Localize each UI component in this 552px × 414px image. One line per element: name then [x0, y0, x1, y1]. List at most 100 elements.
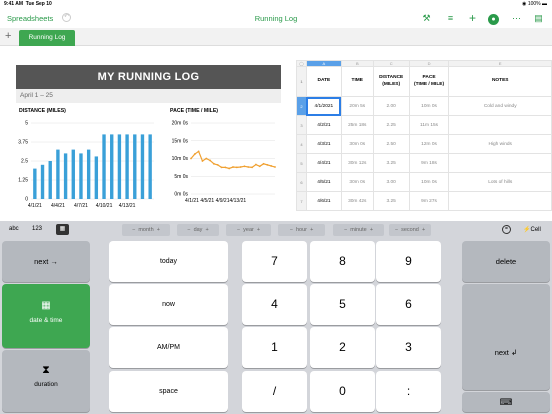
table-cell[interactable]: 4/1/2021	[305, 96, 342, 116]
filter-icon[interactable]: ≡	[444, 12, 457, 25]
table-cell[interactable]: 2.50	[372, 134, 410, 154]
add-icon[interactable]: +	[466, 12, 479, 25]
collaborate-icon[interactable]: ●	[487, 12, 500, 25]
document-settings-icon[interactable]: ▤	[532, 12, 545, 25]
distance-bar[interactable]	[110, 134, 114, 199]
tab-running-log[interactable]: Running Log	[19, 30, 75, 46]
formula-icon[interactable]: =	[502, 225, 511, 234]
header-cell-time[interactable]: TIME	[340, 66, 374, 97]
table-cell[interactable]: 4/6/21	[305, 191, 342, 211]
row-number[interactable]: 3	[296, 115, 307, 135]
pace-point[interactable]	[266, 163, 269, 166]
format-brush-icon[interactable]: ⚒	[420, 12, 433, 25]
table-cell[interactable]: 3.25	[372, 191, 410, 211]
am-pm-button[interactable]: AM/PM	[109, 327, 228, 368]
key-3[interactable]: 3	[376, 327, 441, 368]
pace-point[interactable]	[262, 162, 265, 165]
table-cell[interactable]: 3.25	[372, 153, 410, 173]
distance-bar[interactable]	[140, 134, 145, 199]
increment-icon[interactable]: +	[257, 227, 260, 233]
table-cell[interactable]: 4/2/21	[305, 115, 342, 135]
distance-bar[interactable]	[148, 134, 152, 199]
keyboard-dismiss-icon[interactable]: ⌨	[462, 392, 550, 412]
pace-point[interactable]	[270, 165, 273, 167]
cell-button[interactable]: ⚡Cell	[523, 226, 541, 233]
space-button[interactable]: space	[109, 371, 228, 412]
key-slash[interactable]: /	[242, 371, 307, 412]
pace-point[interactable]	[224, 166, 227, 169]
decrement-icon[interactable]: −	[187, 227, 190, 233]
pace-point[interactable]	[190, 157, 192, 160]
row-number[interactable]: 1	[296, 66, 307, 97]
duration-button[interactable]: ⧗ duration	[2, 350, 90, 412]
distance-bar[interactable]	[40, 164, 45, 199]
distance-bar[interactable]	[71, 149, 75, 199]
distance-bar[interactable]	[79, 153, 83, 199]
pace-point[interactable]	[228, 167, 231, 170]
add-sheet-icon[interactable]: +	[5, 30, 11, 42]
table-cell[interactable]: 3.00	[372, 172, 410, 192]
header-cell-notes[interactable]: NOTES	[448, 66, 552, 97]
table-cell[interactable]: 20m 5s	[340, 96, 374, 116]
table-cell[interactable]: 11m 15s	[408, 115, 450, 135]
pace-line-chart[interactable]: 0m 0s 5m 0s 10m 0s 15m 0s 20m 0s 4/1/21 4/5/21…	[166, 117, 281, 212]
table-cell[interactable]: High winds	[448, 134, 552, 154]
decrement-icon[interactable]: −	[237, 227, 240, 233]
pace-point[interactable]	[239, 166, 242, 168]
stepper-day[interactable]: − day +	[177, 224, 219, 236]
pace-point[interactable]	[216, 163, 219, 166]
now-button[interactable]: now	[109, 284, 228, 325]
header-cell-date[interactable]: DATE	[305, 66, 342, 97]
row-number[interactable]: 5	[296, 153, 307, 173]
header-cell-pace[interactable]: PACE (TIME / MILE)	[408, 66, 450, 97]
pace-point[interactable]	[247, 166, 250, 168]
key-4[interactable]: 4	[242, 284, 307, 325]
date-time-button[interactable]: ▦ date & time	[2, 284, 90, 348]
distance-bar[interactable]	[94, 156, 99, 199]
table-cell[interactable]: Cold and windy	[448, 96, 552, 116]
table-cell[interactable]: 25m 18s	[340, 115, 374, 135]
stepper-year[interactable]: − year +	[226, 224, 271, 236]
pace-point[interactable]	[251, 166, 253, 169]
next-right-button[interactable]: next →	[2, 241, 90, 282]
table-cell[interactable]: 4/4/21	[305, 153, 342, 173]
increment-icon[interactable]: +	[310, 227, 313, 233]
table-cell[interactable]: 2.25	[372, 115, 410, 135]
table-cell[interactable]: 30m 42s	[340, 191, 374, 211]
key-colon[interactable]: :	[376, 371, 441, 412]
table-cell[interactable]: Lots of hills	[448, 172, 552, 192]
table-cell[interactable]: 12m 0s	[408, 134, 450, 154]
row-number[interactable]: 4	[296, 134, 307, 154]
row-number[interactable]: 6	[296, 172, 307, 192]
more-icon[interactable]: ⋯	[510, 12, 523, 25]
distance-bar[interactable]	[125, 134, 129, 199]
table-cell[interactable]	[448, 153, 552, 173]
key-5[interactable]: 5	[310, 284, 375, 325]
calendar-keyboard-icon[interactable]: ▦	[56, 224, 69, 235]
decrement-icon[interactable]: −	[395, 227, 398, 233]
distance-bar[interactable]	[56, 149, 60, 199]
stepper-second[interactable]: − second +	[389, 224, 431, 236]
table-cell[interactable]: 2.00	[372, 96, 410, 116]
today-button[interactable]: today	[109, 241, 228, 282]
table-cell[interactable]: 10m 0s	[408, 96, 450, 116]
row-number[interactable]: 7	[296, 191, 307, 211]
header-cell-distance[interactable]: DISTANCE (MILES)	[372, 66, 410, 97]
table-cell[interactable]	[448, 115, 552, 135]
table-cell[interactable]: 10m 0s	[408, 172, 450, 192]
pace-point[interactable]	[235, 166, 238, 169]
decrement-icon[interactable]: −	[132, 227, 135, 233]
stepper-month[interactable]: − month +	[122, 224, 170, 236]
123-mode-button[interactable]: 123	[32, 226, 42, 232]
key-9[interactable]: 9	[376, 241, 441, 282]
pace-point[interactable]	[274, 166, 276, 168]
pace-point[interactable]	[209, 159, 211, 162]
pace-point[interactable]	[205, 157, 208, 160]
key-0[interactable]: 0	[310, 371, 375, 412]
distance-bar[interactable]	[133, 134, 137, 199]
table-cell[interactable]: 9m 18s	[408, 153, 450, 173]
key-1[interactable]: 1	[242, 327, 307, 368]
table-cell[interactable]: 30m 12s	[340, 153, 374, 173]
pace-point[interactable]	[255, 163, 257, 166]
distance-bar[interactable]	[86, 149, 91, 199]
